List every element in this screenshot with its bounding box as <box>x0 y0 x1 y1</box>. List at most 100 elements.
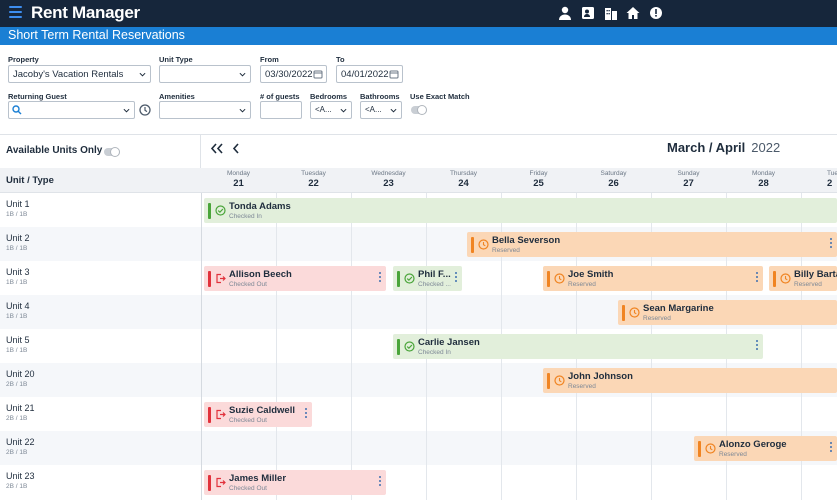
day-name: Monday <box>751 170 776 177</box>
double-chevron-left-icon[interactable] <box>210 143 224 154</box>
bedrooms-select[interactable]: <A... <box>310 101 352 119</box>
amenities-label: Amenities <box>159 92 195 101</box>
buildings-icon[interactable] <box>603 5 619 21</box>
reservation-card[interactable]: John Johnson Reserved <box>543 368 837 393</box>
day-header: Sunday 27 <box>651 168 726 193</box>
available-units-toggle[interactable] <box>104 147 120 157</box>
guest-name: Sean Margarine <box>643 303 714 314</box>
available-units-panel: Available Units Only <box>0 135 201 168</box>
unit-type-column-title: Unit / Type <box>6 175 54 186</box>
home-icon[interactable] <box>625 5 641 21</box>
reservation-card[interactable]: Sean Margarine Reserved <box>618 300 837 325</box>
day-header: Monday 21 <box>201 168 276 193</box>
reservation-status: Checked Out <box>229 417 267 424</box>
chevron-down-icon <box>239 108 246 113</box>
day-header: Wednesday 23 <box>351 168 426 193</box>
property-select[interactable]: Jacoby's Vacation Rentals <box>8 65 151 83</box>
reservation-status: Checked In <box>229 213 262 220</box>
reservation-card[interactable]: Suzie Caldwell Checked Out <box>204 402 312 427</box>
bathrooms-label: Bathrooms <box>360 92 400 101</box>
day-header: Saturday 26 <box>576 168 651 193</box>
reservation-card[interactable]: Phil F... Checked ... <box>393 266 462 291</box>
day-gridline <box>276 193 277 500</box>
more-options-icon[interactable] <box>830 238 833 250</box>
chevron-down-icon <box>239 72 246 77</box>
day-number: 22 <box>308 178 319 189</box>
to-date-input[interactable]: 04/01/2022 <box>336 65 403 83</box>
reservation-card[interactable]: James Miller Checked Out <box>204 470 386 495</box>
reserved-clock-icon <box>554 375 565 386</box>
more-options-icon[interactable] <box>379 272 382 284</box>
day-header: Monday 28 <box>726 168 801 193</box>
day-name: Wednesday <box>371 170 406 177</box>
more-options-icon[interactable] <box>455 272 458 284</box>
from-date-input[interactable]: 03/30/2022 <box>260 65 327 83</box>
more-options-icon[interactable] <box>305 408 308 420</box>
info-icon[interactable] <box>648 5 664 21</box>
more-options-icon[interactable] <box>830 442 833 454</box>
reservation-status: Checked In <box>418 349 451 356</box>
day-number: 28 <box>758 178 769 189</box>
month-label: March / April <box>667 140 746 155</box>
reserved-clock-icon <box>705 443 716 454</box>
checked-out-icon <box>216 477 226 488</box>
unit-type-select[interactable] <box>159 65 251 83</box>
guest-name: Billy Barta <box>794 269 837 280</box>
user-icon[interactable] <box>557 5 573 21</box>
reservation-status: Checked Out <box>229 281 267 288</box>
reserved-clock-icon <box>780 273 791 284</box>
reservation-card[interactable]: Billy Barta Reserved <box>769 266 837 291</box>
checked-out-icon <box>216 409 226 420</box>
from-date-value: 03/30/2022 <box>265 69 313 80</box>
unit-name: Unit 4 <box>6 301 30 311</box>
bathrooms-select[interactable]: <A... <box>360 101 402 119</box>
bedrooms-label: Bedrooms <box>310 92 348 101</box>
more-options-icon[interactable] <box>756 340 759 352</box>
reservation-card[interactable]: Carlie Jansen Checked In <box>393 334 763 359</box>
chevron-left-icon[interactable] <box>232 143 240 154</box>
guest-name: Alonzo Geroge <box>719 439 787 450</box>
guests-input[interactable] <box>260 101 302 119</box>
reservation-card[interactable]: Alonzo Geroge Reserved <box>694 436 837 461</box>
chevron-down-icon <box>123 108 130 113</box>
reservation-status: Reserved <box>492 247 520 254</box>
reservation-card[interactable]: Tonda Adams Checked In <box>204 198 837 223</box>
reservation-card[interactable]: Bella Severson Reserved <box>467 232 837 257</box>
unit-name: Unit 22 <box>6 437 35 447</box>
reservation-status: Reserved <box>719 451 747 458</box>
day-name: Sunday <box>677 170 700 177</box>
returning-guest-label: Returning Guest <box>8 92 67 101</box>
hamburger-menu-icon[interactable] <box>9 6 22 20</box>
day-name: Saturday <box>600 170 627 177</box>
year-label: 2022 <box>751 140 781 155</box>
unit-name: Unit 23 <box>6 471 35 481</box>
reservation-status: Reserved <box>568 281 596 288</box>
exact-match-toggle[interactable] <box>411 105 427 115</box>
to-date-value: 04/01/2022 <box>341 69 389 80</box>
history-icon[interactable] <box>138 103 152 117</box>
day-name: Thursday <box>449 170 478 177</box>
reservation-card[interactable]: Allison Beech Checked Out <box>204 266 386 291</box>
reservation-card[interactable]: Joe Smith Reserved <box>543 266 763 291</box>
property-value: Jacoby's Vacation Rentals <box>13 69 124 80</box>
guest-name: Allison Beech <box>229 269 292 280</box>
calendar-icon[interactable] <box>313 69 323 79</box>
filters-panel: Property Jacoby's Vacation Rentals Unit … <box>0 45 837 135</box>
day-header: Tuesday 22 <box>276 168 351 193</box>
more-options-icon[interactable] <box>756 272 759 284</box>
day-number: 21 <box>233 178 244 189</box>
checked-out-icon <box>216 273 226 284</box>
amenities-select[interactable] <box>159 101 251 119</box>
calendar-icon[interactable] <box>389 69 399 79</box>
day-number: 23 <box>383 178 394 189</box>
chevron-down-icon <box>340 108 347 113</box>
returning-guest-input[interactable] <box>8 101 135 119</box>
page-title: Short Term Rental Reservations <box>8 28 185 42</box>
checked-in-icon <box>404 273 415 284</box>
guest-name: James Miller <box>229 473 287 484</box>
day-number: 24 <box>458 178 469 189</box>
unit-type: 2B / 1B <box>6 381 28 388</box>
unit-name: Unit 5 <box>6 335 30 345</box>
more-options-icon[interactable] <box>379 476 382 488</box>
contacts-icon[interactable] <box>580 5 596 21</box>
